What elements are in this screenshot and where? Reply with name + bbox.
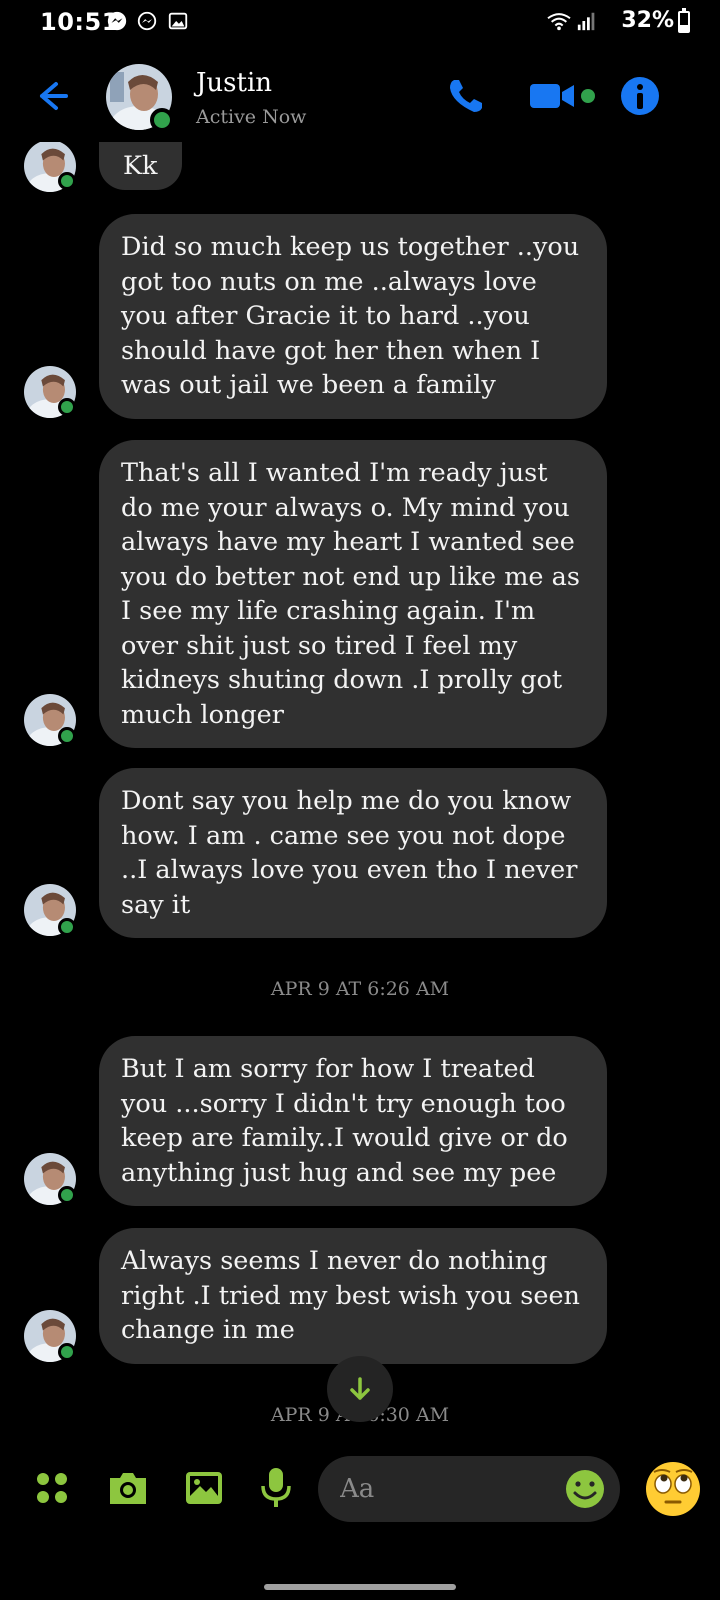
message-bubble[interactable]: Did so much keep us together ..you got t… xyxy=(99,214,607,419)
message-thread[interactable]: Kk Did so much keep us together ..you go… xyxy=(0,142,720,1434)
online-indicator xyxy=(58,1343,76,1361)
home-indicator[interactable] xyxy=(264,1584,456,1590)
message-input-field[interactable] xyxy=(318,1456,620,1522)
online-indicator xyxy=(150,108,174,132)
arrow-down-icon xyxy=(350,1377,370,1400)
camera-icon[interactable] xyxy=(104,1464,152,1512)
message-bubble[interactable]: Dont say you help me do you know how. I … xyxy=(99,768,607,938)
online-indicator xyxy=(58,172,76,190)
online-indicator xyxy=(58,398,76,416)
microphone-icon[interactable] xyxy=(252,1464,300,1512)
emoji-icon[interactable] xyxy=(564,1468,606,1510)
active-status: Active Now xyxy=(196,106,307,128)
message-composer xyxy=(0,1434,720,1552)
info-icon[interactable] xyxy=(618,74,662,118)
status-bar: 10:51 32% xyxy=(0,0,720,44)
wifi-icon xyxy=(547,13,571,31)
message-input[interactable] xyxy=(340,1469,540,1509)
video-call-icon[interactable] xyxy=(528,74,600,118)
conversation-header: Justin Active Now xyxy=(0,56,720,142)
battery-icon xyxy=(678,8,690,33)
contact-name[interactable]: Justin xyxy=(196,68,272,98)
battery-fill xyxy=(680,25,688,31)
online-indicator xyxy=(58,727,76,745)
message-timestamp: APR 9 AT 6:26 AM xyxy=(270,978,450,1000)
scroll-to-bottom-button[interactable] xyxy=(327,1356,393,1422)
online-indicator xyxy=(58,918,76,936)
message-bubble[interactable]: Always seems I never do nothing right .I… xyxy=(99,1228,607,1364)
messenger-icon xyxy=(107,11,127,31)
message-bubble[interactable]: Kk xyxy=(99,142,182,190)
more-actions-icon[interactable] xyxy=(28,1464,76,1512)
online-indicator xyxy=(58,1186,76,1204)
messenger-icon xyxy=(137,11,157,31)
message-bubble[interactable]: That's all I wanted I'm ready just do me… xyxy=(99,440,607,748)
phone-call-icon[interactable] xyxy=(444,74,488,118)
gallery-icon[interactable] xyxy=(180,1464,228,1512)
back-arrow-icon[interactable] xyxy=(30,74,74,118)
message-bubble[interactable]: But I am sorry for how I treated you ...… xyxy=(99,1036,607,1206)
battery-percent: 32% xyxy=(621,8,674,33)
signal-icon xyxy=(577,12,595,31)
gallery-icon xyxy=(168,12,188,30)
quick-reaction-emoji-icon[interactable] xyxy=(644,1460,702,1518)
